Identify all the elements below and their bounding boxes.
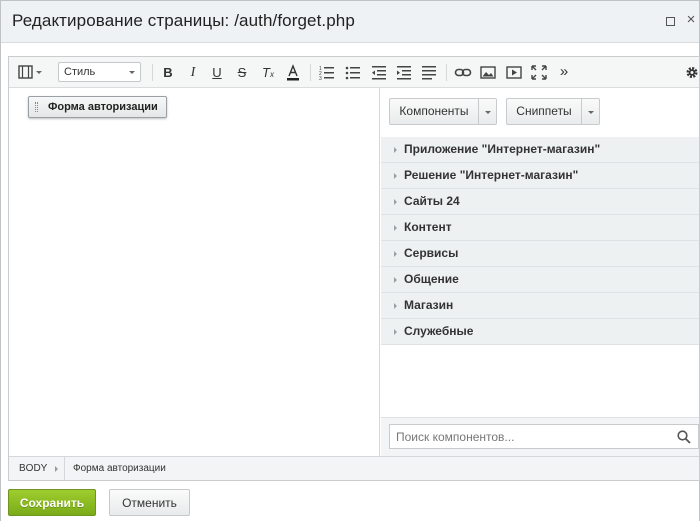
remove-format-icon[interactable]: Tx (259, 64, 277, 81)
snippets-button[interactable]: Сниппеты (506, 98, 600, 125)
ordered-list-icon[interactable]: 1 2 3 (319, 64, 335, 81)
component-chip[interactable]: Форма авторизации (28, 96, 167, 118)
style-select[interactable]: Стиль (58, 62, 141, 82)
image-icon[interactable] (480, 64, 496, 81)
unordered-list-icon[interactable] (345, 64, 361, 81)
component-chip-label: Форма авторизации (48, 101, 158, 113)
tree-item-sites24[interactable]: Сайты 24 (381, 189, 699, 215)
snippets-button-label: Сниппеты (516, 104, 572, 118)
underline-icon[interactable]: U (210, 64, 224, 81)
expand-arrow-icon (394, 277, 397, 283)
tree-item-label: Сайты 24 (404, 194, 460, 208)
expand-arrow-icon (394, 251, 397, 257)
cancel-button[interactable]: Отменить (109, 489, 190, 516)
tree-item-label: Решение "Интернет-магазин" (404, 168, 579, 182)
tree-item-communication[interactable]: Общение (381, 267, 699, 293)
dialog-title: Редактирование страницы: /auth/forget.ph… (12, 11, 355, 30)
components-tree: Приложение "Интернет-магазин" Решение "И… (381, 137, 699, 345)
expand-arrow-icon (394, 329, 397, 335)
chevron-down-icon[interactable] (581, 99, 599, 124)
chevron-down-icon[interactable] (478, 99, 496, 124)
toolbar-divider (310, 64, 311, 81)
tree-item-label: Сервисы (404, 246, 459, 260)
tree-item-shop-app[interactable]: Приложение "Интернет-магазин" (381, 137, 699, 163)
editor-dialog: Редактирование страницы: /auth/forget.ph… (0, 0, 700, 521)
components-button-label: Компоненты (399, 104, 469, 118)
italic-icon[interactable]: I (186, 64, 200, 81)
breadcrumb-divider (64, 457, 65, 480)
tree-item-services[interactable]: Сервисы (381, 241, 699, 267)
editor-toolbar: Стиль B I U S Tx 1 2 3 » (9, 57, 699, 88)
tree-item-label: Общение (404, 272, 459, 286)
drag-handle-icon (35, 102, 38, 112)
maximize-icon[interactable] (664, 15, 676, 27)
breadcrumb-arrow-icon (55, 466, 58, 472)
components-button[interactable]: Компоненты (389, 98, 497, 125)
component-search (381, 417, 699, 456)
tree-item-service[interactable]: Служебные (381, 319, 699, 345)
outdent-icon[interactable] (371, 64, 387, 81)
text-color-icon[interactable] (286, 64, 300, 81)
chevron-down-icon (129, 71, 135, 74)
content-edit-area[interactable]: Форма авторизации (9, 88, 380, 456)
expand-arrow-icon (394, 147, 397, 153)
toolbar-divider (446, 64, 447, 81)
view-mode-icon[interactable] (17, 64, 45, 81)
save-button[interactable]: Сохранить (8, 489, 96, 516)
expand-arrow-icon (394, 173, 397, 179)
tree-item-label: Приложение "Интернет-магазин" (404, 142, 601, 156)
expand-arrow-icon (394, 225, 397, 231)
video-icon[interactable] (506, 64, 522, 81)
breadcrumb-body[interactable]: BODY (19, 457, 47, 480)
tree-item-shop-solution[interactable]: Решение "Интернет-магазин" (381, 163, 699, 189)
title-bar: Редактирование страницы: /auth/forget.ph… (1, 1, 699, 43)
dialog-footer: Сохранить Отменить (1, 481, 699, 521)
components-panel: Компоненты Сниппеты Приложение "Интернет… (381, 88, 699, 456)
indent-icon[interactable] (396, 64, 412, 81)
tree-item-shop[interactable]: Магазин (381, 293, 699, 319)
expand-arrow-icon (394, 303, 397, 309)
svg-text:3: 3 (319, 76, 322, 81)
search-icon[interactable] (677, 430, 691, 444)
bold-icon[interactable]: B (161, 64, 175, 81)
strikethrough-icon[interactable]: S (235, 64, 249, 81)
tree-item-content[interactable]: Контент (381, 215, 699, 241)
link-icon[interactable] (454, 64, 472, 81)
more-icon[interactable]: » (557, 64, 571, 81)
tree-item-label: Магазин (404, 298, 454, 312)
fullscreen-icon[interactable] (531, 64, 547, 81)
toolbar-divider (152, 64, 153, 81)
justify-icon[interactable] (421, 64, 437, 81)
tree-item-label: Контент (404, 220, 452, 234)
settings-icon[interactable] (685, 64, 699, 81)
html-editor: Стиль B I U S Tx 1 2 3 » Форма авторизац… (8, 56, 700, 481)
expand-arrow-icon (394, 199, 397, 205)
component-search-input[interactable] (389, 424, 699, 449)
close-icon[interactable]: × (685, 12, 697, 27)
breadcrumb-current[interactable]: Форма авторизации (73, 457, 166, 480)
breadcrumb: BODY Форма авторизации (9, 456, 699, 480)
tree-item-label: Служебные (404, 324, 474, 338)
style-select-value: Стиль (64, 66, 96, 78)
